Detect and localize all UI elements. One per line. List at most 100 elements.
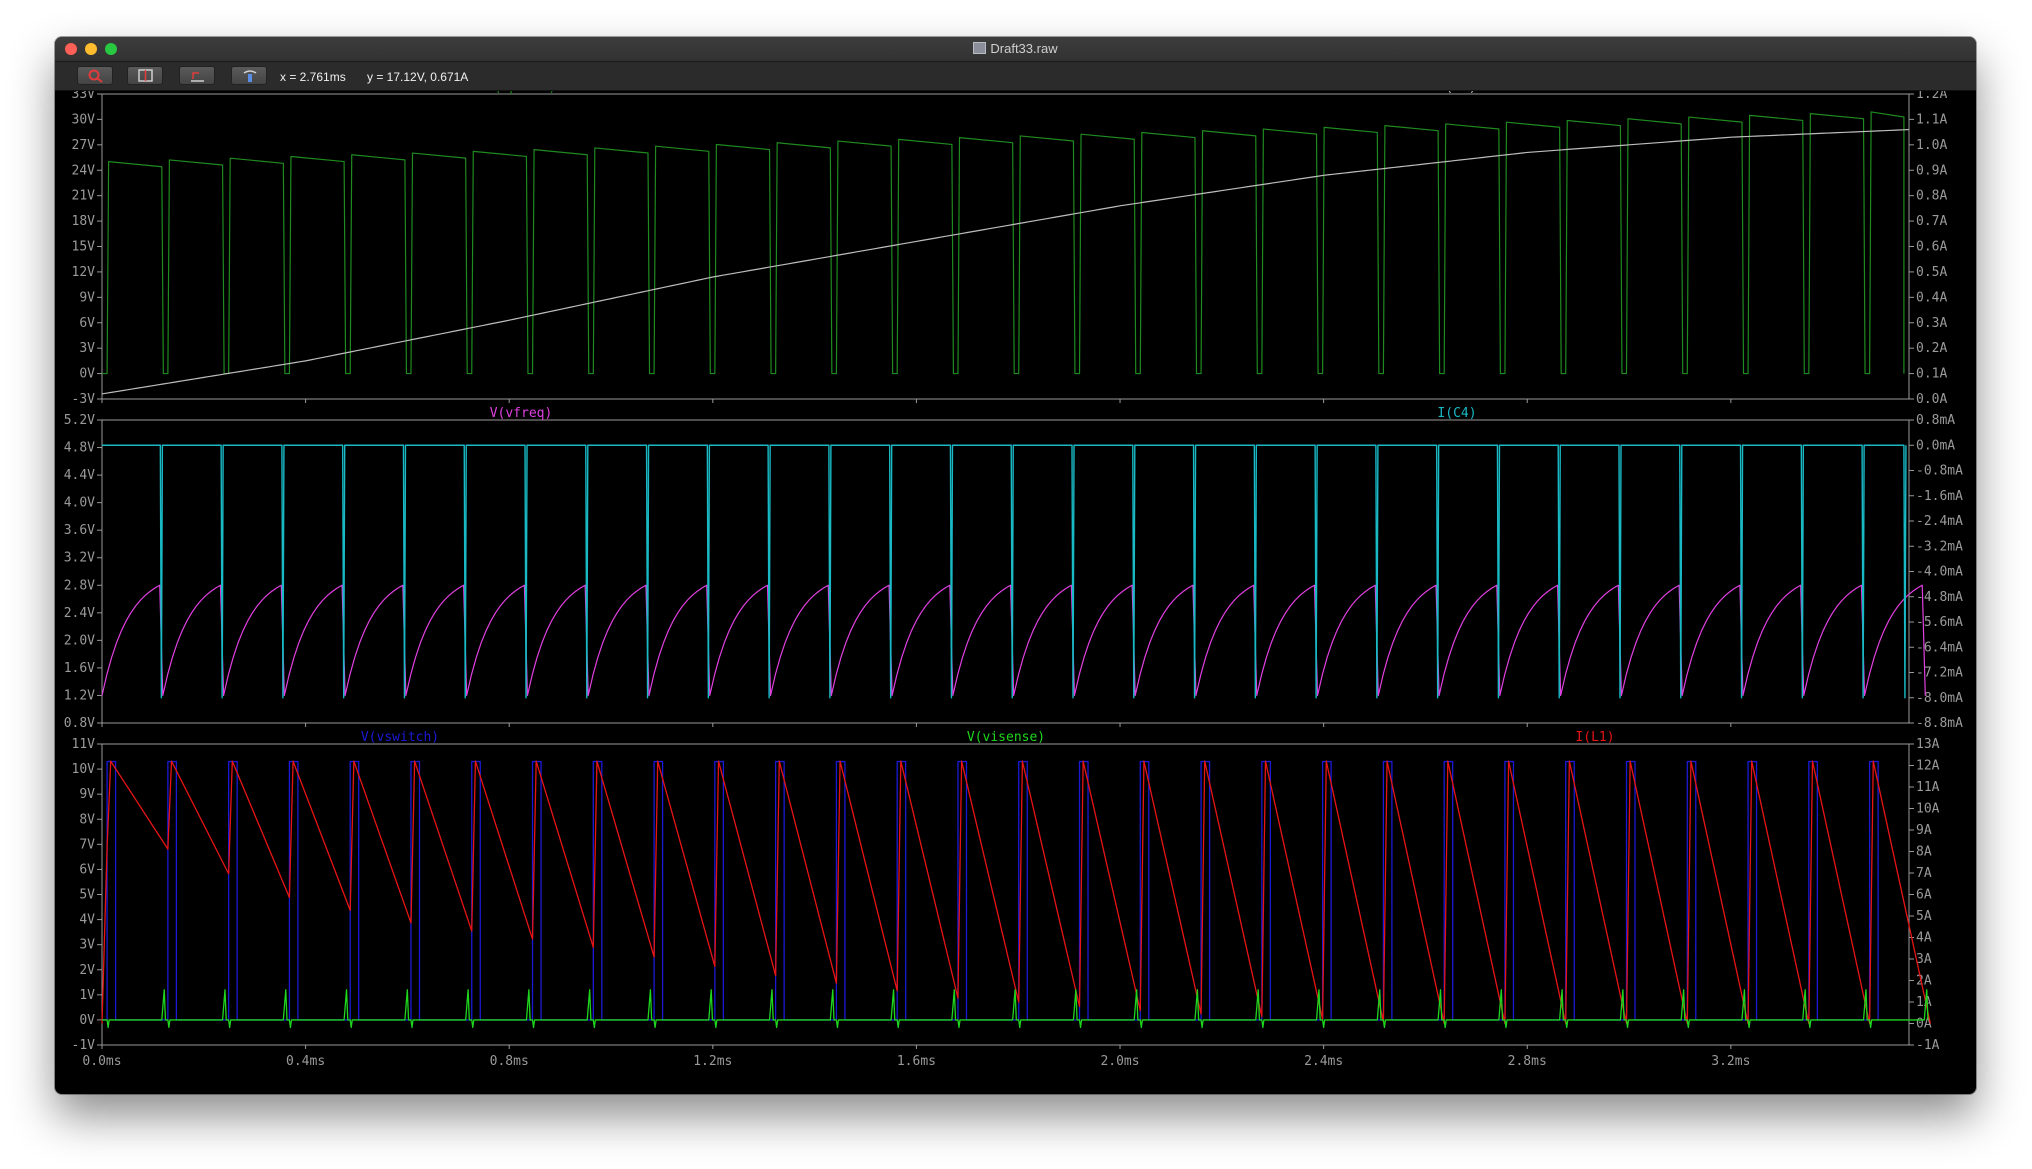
toolbar: x = 2.761ms y = 17.12V, 0.671A <box>55 62 1976 91</box>
zoom-full-button[interactable] <box>127 66 163 85</box>
right-tick-label: 7A <box>1916 866 1932 881</box>
right-tick-label: 6A <box>1916 888 1932 903</box>
left-tick-label: 8V <box>79 812 95 827</box>
right-tick-label: -4.0mA <box>1916 565 1963 580</box>
left-tick-label: 12V <box>72 265 96 280</box>
right-tick-label: 13A <box>1916 737 1940 752</box>
right-tick-label: 9A <box>1916 823 1932 838</box>
window-title-text: Draft33.raw <box>990 41 1058 56</box>
left-tick-label: -1V <box>72 1038 96 1053</box>
right-tick-label: -0.8mA <box>1916 464 1963 479</box>
left-tick-label: 30V <box>72 112 96 127</box>
left-tick-label: 5.2V <box>64 413 95 428</box>
x-tick-label: 2.0ms <box>1100 1054 1139 1069</box>
right-tick-label: -3.2mA <box>1916 539 1963 554</box>
vswitch-trace <box>102 760 1879 1021</box>
right-tick-label: 1.2A <box>1916 91 1947 102</box>
left-tick-label: 2.8V <box>64 578 95 593</box>
plot-area[interactable]: 33V 30V 27V 24V 21V 18V 15V 12V 9V 6V 3V 0V -3V 1.2A 1… <box>55 80 1976 1094</box>
left-tick-label: 10V <box>72 762 96 777</box>
right-tick-label: -6.4mA <box>1916 640 1963 655</box>
trace-label: V(visense) <box>967 730 1045 745</box>
cursor-y-readout: y = 17.12V, 0.671A <box>367 70 469 84</box>
right-tick-label: 0.9A <box>1916 163 1947 178</box>
right-tick-label: 0.5A <box>1916 265 1947 280</box>
left-tick-label: 9V <box>79 290 95 305</box>
right-tick-label: 1.0A <box>1916 138 1947 153</box>
right-tick-label: 5A <box>1916 909 1932 924</box>
trace-label: I(L1) <box>1575 730 1614 745</box>
right-tick-label: 3A <box>1916 952 1932 967</box>
pane-frame <box>101 419 1910 724</box>
left-tick-label: 24V <box>72 163 96 178</box>
r3-current-trace <box>101 128 1910 395</box>
left-tick-label: 5V <box>79 888 95 903</box>
left-tick-label: 7V <box>79 837 95 852</box>
right-tick-label: 12A <box>1916 759 1940 774</box>
right-tick-label: 0.8mA <box>1916 413 1955 428</box>
x-tick-label: 0.8ms <box>490 1054 529 1069</box>
left-tick-label: 1.2V <box>64 688 95 703</box>
pan-button[interactable] <box>231 66 267 85</box>
left-tick-label: 2.4V <box>64 606 95 621</box>
autorange-button[interactable] <box>179 66 215 85</box>
left-tick-label: 0V <box>79 367 95 382</box>
right-tick-label: 0.8A <box>1916 189 1947 204</box>
left-tick-label: 3.2V <box>64 551 95 566</box>
l1-current-trace <box>101 760 1932 1025</box>
zoom-icon <box>88 69 103 83</box>
c4-current-trace <box>102 444 1907 699</box>
left-tick-label: 15V <box>72 240 96 255</box>
pane-frame <box>101 743 1910 1046</box>
title-bar: Draft33.raw <box>55 37 1976 62</box>
trace-label: I(R3) <box>1437 91 1476 95</box>
trace-label: I(C4) <box>1437 406 1476 421</box>
autorange-icon <box>191 72 204 82</box>
x-tick-label: 1.6ms <box>897 1054 936 1069</box>
right-tick-label: 1.1A <box>1916 112 1947 127</box>
right-tick-label: -1A <box>1916 1038 1940 1053</box>
left-tick-label: 9V <box>79 787 95 802</box>
right-tick-label: 0.2A <box>1916 341 1947 356</box>
right-tick-label: 11A <box>1916 780 1940 795</box>
x-tick-label: 3.2ms <box>1711 1054 1750 1069</box>
left-tick-label: 4.8V <box>64 441 95 456</box>
right-tick-label: 10A <box>1916 802 1940 817</box>
raw-file-icon <box>973 42 987 54</box>
vfreq-trace <box>101 584 1926 697</box>
left-tick-label: 6V <box>79 862 95 877</box>
vpulse-trace <box>102 111 1905 375</box>
left-tick-label: -3V <box>72 392 96 407</box>
x-tick-label: 2.8ms <box>1508 1054 1547 1069</box>
waveform-plot[interactable]: 33V 30V 27V 24V 21V 18V 15V 12V 9V 6V 3V 0V -3V 1.2A 1… <box>55 80 1976 1094</box>
left-tick-label: 1.6V <box>64 661 95 676</box>
right-tick-label: -8.0mA <box>1916 691 1963 706</box>
left-tick-label: 6V <box>79 316 95 331</box>
trace-label: V(vfreq) <box>490 406 553 421</box>
left-tick-label: 1V <box>79 988 95 1003</box>
cursor-x-readout: x = 2.761ms <box>280 70 346 84</box>
right-tick-label: -1.6mA <box>1916 489 1963 504</box>
right-tick-label: 0.3A <box>1916 316 1947 331</box>
left-tick-label: 4.4V <box>64 468 95 483</box>
right-tick-label: 0.0mA <box>1916 438 1955 453</box>
left-tick-label: 3V <box>79 341 95 356</box>
left-tick-label: 11V <box>72 737 96 752</box>
x-tick-label: 2.4ms <box>1304 1054 1343 1069</box>
left-tick-label: 0V <box>79 1013 95 1028</box>
zoom-button[interactable] <box>77 66 113 85</box>
left-tick-label: 18V <box>72 214 96 229</box>
x-tick-label: 0.4ms <box>286 1054 325 1069</box>
left-tick-label: 3V <box>79 938 95 953</box>
window-title: Draft33.raw <box>55 41 1976 56</box>
zoom-full-icon <box>138 69 153 82</box>
x-tick-label: 0.0ms <box>82 1054 121 1069</box>
left-tick-label: 33V <box>72 91 96 102</box>
right-tick-label: 0.4A <box>1916 290 1947 305</box>
right-tick-label: 0.6A <box>1916 240 1947 255</box>
right-tick-label: 0.7A <box>1916 214 1947 229</box>
x-tick-label: 1.2ms <box>693 1054 732 1069</box>
right-tick-label: 1A <box>1916 995 1932 1010</box>
waveform-viewer-window: Draft33.raw x = 2.761ms y = 17.12V, 0.67… <box>55 37 1976 1094</box>
right-tick-label: 4A <box>1916 931 1932 946</box>
